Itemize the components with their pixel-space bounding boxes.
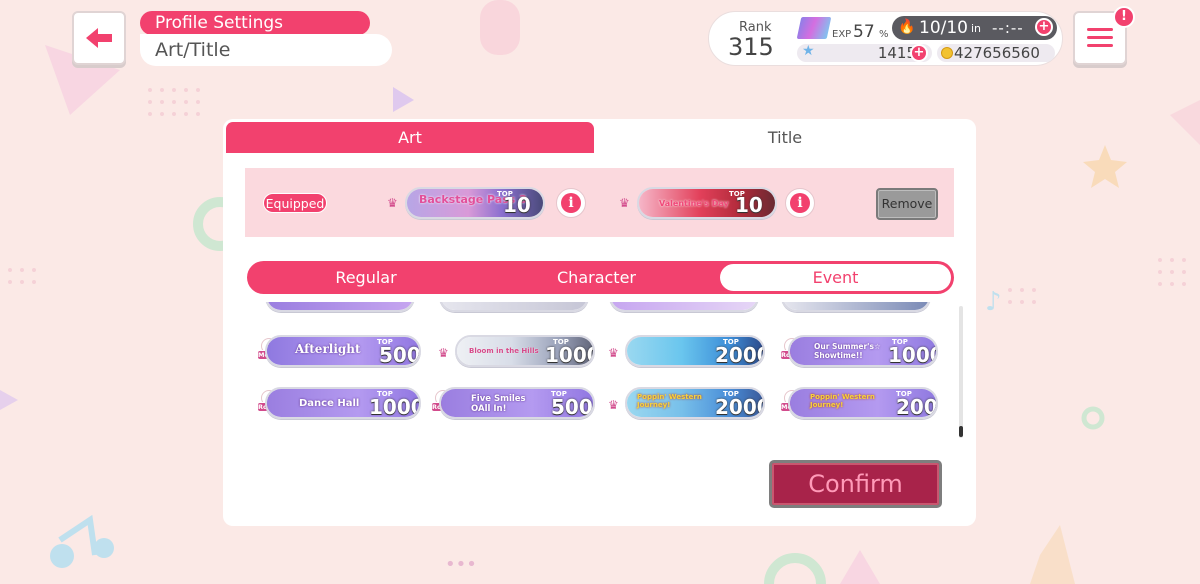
- rank-number: 10: [503, 193, 531, 217]
- crown-icon: ♛: [619, 196, 630, 210]
- stamina-value: 10/10: [919, 18, 968, 38]
- banner-text: Poppin' Western Journey!: [637, 393, 702, 409]
- banner-text: Our Summer's☆ Showtime!!: [814, 342, 881, 360]
- exp-label: EXP: [832, 29, 852, 40]
- crown-icon: ♛: [608, 346, 619, 360]
- scrollbar-thumb[interactable]: [959, 426, 963, 437]
- rank-number: 1000: [545, 343, 593, 367]
- add-stars-button[interactable]: +: [910, 44, 928, 62]
- title-item-western-journey[interactable]: Poppin' Western Journey! TOP 2000: [625, 387, 765, 419]
- equipped-label: Equipped: [263, 193, 327, 213]
- banner-text: Afterlight: [295, 342, 361, 356]
- tab-art[interactable]: Art: [226, 122, 594, 153]
- stamina-in-label: in: [971, 22, 982, 35]
- rank-value: 315: [728, 33, 774, 61]
- rank-number: 200: [896, 395, 938, 419]
- hamburger-menu-icon: [1087, 28, 1113, 47]
- banner-text: Valentine's Day: [659, 199, 729, 208]
- stamina-timer: --:--: [992, 19, 1024, 37]
- equipped-row: Equipped ♛ Backstage Pass 3 TOP 10 i ♛ V…: [245, 168, 954, 237]
- rank-number: 2000: [715, 343, 763, 367]
- title-category-tabs: Regular Character Event: [247, 261, 954, 294]
- rank-number: 500: [551, 395, 593, 419]
- rank-number: 1000: [888, 343, 936, 367]
- title-item-partial[interactable]: [609, 302, 759, 312]
- crown-icon: ♛: [438, 346, 449, 360]
- title-item-five-smiles[interactable]: Five Smiles OAll In! TOP 500: [439, 387, 595, 419]
- title-item-partial[interactable]: [439, 302, 589, 312]
- info-button-title-2[interactable]: i: [785, 188, 815, 218]
- title-item-partial[interactable]: [781, 302, 931, 312]
- confirm-button[interactable]: Confirm: [769, 460, 942, 508]
- art-title-panel: Art Title Equipped ♛ Backstage Pass 3 TO…: [223, 119, 976, 526]
- exp-percent-sign: %: [879, 29, 889, 40]
- breadcrumb-parent: Profile Settings: [140, 11, 370, 35]
- title-item-our-summer[interactable]: Our Summer's☆ Showtime!! TOP 1000: [788, 335, 938, 367]
- remove-button[interactable]: Remove: [876, 188, 938, 220]
- title-item-summer[interactable]: TOP 2000: [625, 335, 765, 367]
- coin-box: 427656560: [937, 44, 1055, 62]
- rank-number: 2000: [715, 395, 763, 419]
- banner-text: Dance Hall: [299, 398, 360, 409]
- rank-number: 500: [379, 343, 421, 367]
- subtab-regular[interactable]: Regular: [247, 261, 485, 294]
- rank-number: 10: [735, 193, 763, 217]
- equipped-title-2[interactable]: Valentine's Day TOP 10: [637, 187, 777, 219]
- page-title: Art/Title: [140, 34, 392, 66]
- coin-count: 427656560: [954, 44, 1040, 62]
- scrollbar[interactable]: [959, 306, 963, 438]
- subtab-event[interactable]: Event: [720, 264, 951, 291]
- star-icon: ★: [802, 43, 815, 59]
- back-arrow-icon: [86, 28, 112, 48]
- info-button-title-1[interactable]: i: [556, 188, 586, 218]
- banner-text: Five Smiles OAll In!: [471, 394, 526, 414]
- banner-text: Bloom in the Hills: [469, 347, 539, 355]
- info-icon: i: [561, 193, 581, 213]
- flame-icon: 🔥: [898, 19, 916, 35]
- title-item-western-journey-medley[interactable]: Poppin' Western Journey! TOP 200: [788, 387, 938, 419]
- crown-icon: ♛: [608, 398, 619, 412]
- coin-icon: [941, 47, 953, 59]
- stamina-box: 🔥 10/10 in --:--: [892, 16, 1057, 40]
- svg-text:♪: ♪: [985, 287, 1002, 317]
- svg-text:•••: •••: [445, 554, 477, 575]
- title-item-partial[interactable]: [265, 302, 415, 312]
- subtab-character[interactable]: Character: [485, 261, 708, 294]
- tab-title[interactable]: Title: [597, 122, 973, 153]
- info-icon: i: [790, 193, 810, 213]
- equipped-title-1[interactable]: Backstage Pass 3 TOP 10: [405, 187, 545, 219]
- title-item-afterlight[interactable]: Afterlight TOP 500: [265, 335, 421, 367]
- player-status-panel: Rank 315 EXP 57 % 🔥 10/10 in --:-- + ★ 1…: [708, 11, 1063, 66]
- title-grid: ♫Medley Afterlight TOP 500 ♛ Bloom in th…: [253, 302, 963, 440]
- add-stamina-button[interactable]: +: [1035, 18, 1053, 36]
- back-button[interactable]: [72, 11, 126, 65]
- exp-value: 57: [853, 22, 875, 42]
- rank-number: 1000: [369, 395, 421, 419]
- notification-badge: !: [1113, 6, 1135, 28]
- banner-text: Poppin' Western Journey!: [810, 393, 875, 409]
- exp-gauge: [796, 17, 832, 39]
- crown-icon: ♛: [387, 196, 398, 210]
- title-item-dance-hall[interactable]: Dance Hall TOP 1000: [265, 387, 421, 419]
- title-item-bloom[interactable]: Bloom in the Hills TOP 1000: [455, 335, 595, 367]
